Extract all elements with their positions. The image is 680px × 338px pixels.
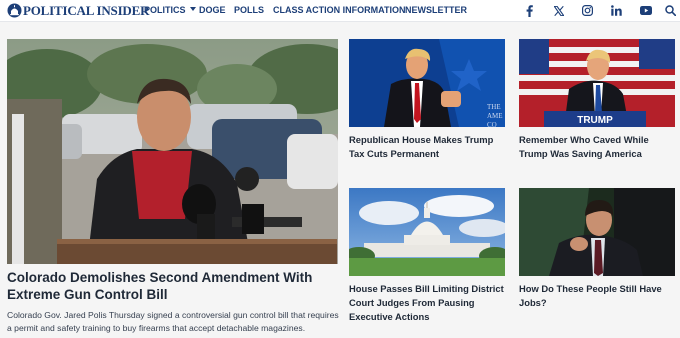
chevron-down-icon [189, 7, 196, 11]
instagram-icon[interactable] [581, 4, 594, 17]
card-headline-house-passes-bill-district-judges[interactable]: House Passes Bill Limiting District Cour… [349, 282, 505, 324]
youtube-icon[interactable] [639, 4, 652, 17]
nav-item-politics[interactable]: POLITICS [144, 4, 196, 17]
x-icon[interactable] [552, 4, 565, 17]
svg-text:AME: AME [487, 112, 503, 120]
card-headline-remember-who-caved[interactable]: Remember Who Caved While Trump Was Savin… [519, 133, 675, 161]
site-logo[interactable]: POLITICAL INSIDER [7, 2, 149, 19]
card-headline-republican-house-trump-tax-cuts[interactable]: Republican House Makes Trump Tax Cuts Pe… [349, 133, 505, 161]
nav-item-doge[interactable]: DOGE [199, 4, 226, 17]
nav-item-class-action-information[interactable]: CLASS ACTION INFORMATION [273, 4, 406, 17]
hero-headline[interactable]: Colorado Demolishes Second Amendment Wit… [7, 269, 338, 303]
card-image-trump-podium-flags[interactable]: TRUMP [519, 39, 675, 127]
hero-image-polis-press-conference[interactable] [7, 39, 338, 264]
search-icon[interactable] [664, 4, 677, 17]
facebook-icon[interactable] [523, 4, 536, 17]
trump-banner-text: TRUMP [577, 115, 613, 126]
card-image-us-capitol[interactable] [349, 188, 505, 276]
site-logo-text: POLITICAL INSIDER [23, 2, 150, 18]
top-navigation-bar: POLITICAL INSIDER POLITICS DOGE POLLS CL… [0, 0, 680, 22]
linkedin-icon[interactable] [610, 4, 623, 17]
card-image-stephanopoulos[interactable] [519, 188, 675, 276]
hero-excerpt: Colorado Gov. Jared Polis Thursday signe… [7, 310, 339, 333]
nav-item-politics-label: POLITICS [144, 5, 186, 15]
capitol-dome-icon [7, 3, 22, 18]
svg-text:THE: THE [487, 103, 501, 111]
svg-text:CO: CO [487, 121, 497, 127]
card-headline-how-do-these-people-still-have-jobs[interactable]: How Do These People Still Have Jobs? [519, 282, 675, 310]
card-image-trump-speaking[interactable]: THE AME CO [349, 39, 505, 127]
nav-item-polls[interactable]: POLLS [234, 4, 264, 17]
nav-item-newsletter[interactable]: NEWSLETTER [405, 4, 467, 17]
